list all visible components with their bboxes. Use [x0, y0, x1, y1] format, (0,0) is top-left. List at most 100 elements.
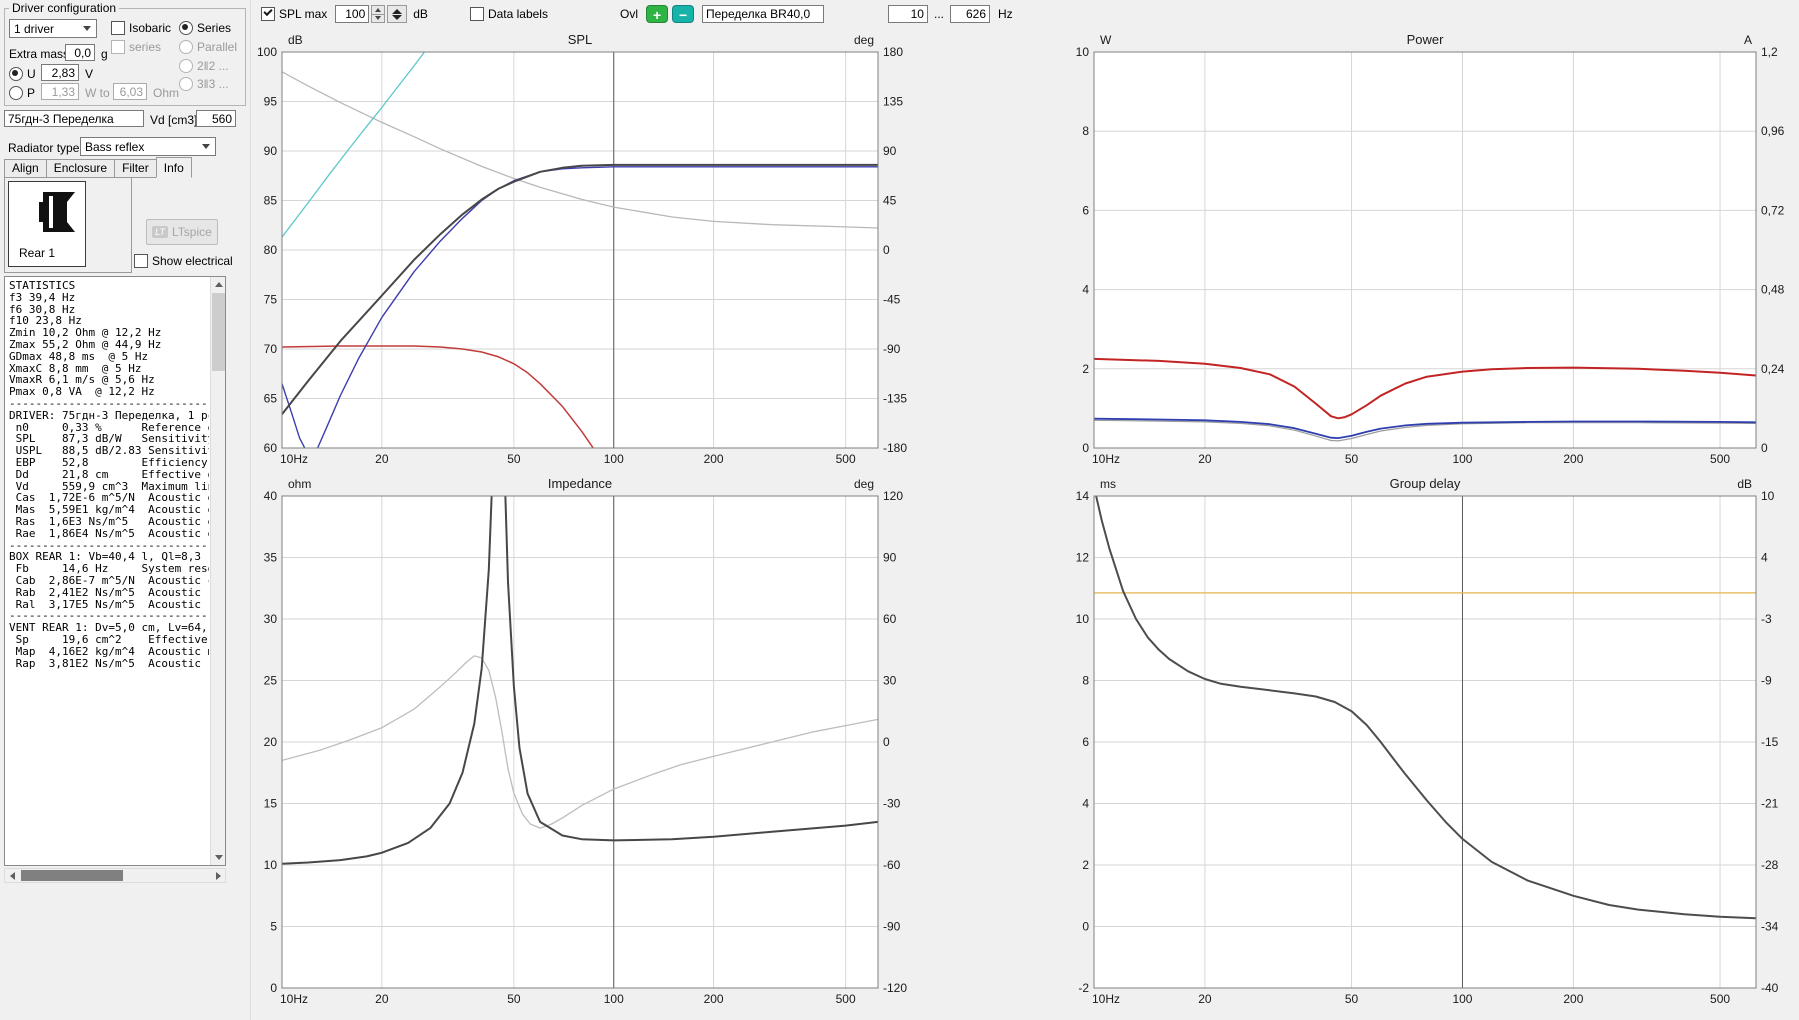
svg-text:0,96: 0,96	[1761, 124, 1785, 138]
tab-info[interactable]: Info	[155, 157, 192, 178]
speaker-preview-box[interactable]: Rear 1	[8, 181, 86, 267]
spl-max-label: SPL max	[279, 7, 328, 21]
voltage-radio[interactable]: U	[9, 67, 36, 81]
tab-filter[interactable]: Filter	[114, 159, 157, 178]
svg-text:ohm: ohm	[288, 477, 311, 491]
remove-overlay-button[interactable]: −	[671, 5, 694, 23]
series-radio[interactable]: Series	[179, 21, 231, 35]
data-labels-checkbox-box[interactable]	[469, 7, 484, 21]
voltage-input[interactable]	[41, 64, 79, 81]
tab-enclosure[interactable]: Enclosure	[45, 159, 116, 178]
svg-text:20: 20	[1198, 452, 1212, 466]
svg-text:200: 200	[1563, 992, 1583, 1006]
svg-text:200: 200	[704, 992, 724, 1006]
svg-text:0,24: 0,24	[1761, 362, 1785, 376]
svg-text:W: W	[1100, 33, 1112, 47]
voltage-radio-label: U	[27, 67, 36, 81]
isobaric-checkbox-box[interactable]	[111, 21, 125, 35]
svg-text:20: 20	[375, 992, 389, 1006]
driver-name-input[interactable]	[4, 110, 144, 127]
spl-max-input[interactable]	[335, 5, 370, 23]
spinner-up-button[interactable]	[371, 5, 386, 15]
radiator-type-value: Bass reflex	[85, 139, 145, 154]
spl-max-checkbox[interactable]: SPL max	[261, 7, 327, 21]
radiator-type-select[interactable]: Bass reflex	[80, 137, 216, 156]
svg-text:10: 10	[1076, 45, 1090, 59]
svg-text:70: 70	[264, 342, 278, 356]
horizontal-scrollbar-thumb[interactable]	[21, 870, 123, 881]
spinner-down-button[interactable]	[371, 14, 386, 23]
data-labels-label: Data labels	[487, 7, 548, 21]
statistics-horizontal-scrollbar[interactable]	[4, 868, 226, 883]
svg-text:4: 4	[1082, 797, 1089, 811]
svg-text:ms: ms	[1100, 477, 1116, 491]
svg-text:10Hz: 10Hz	[1092, 452, 1120, 466]
chevron-down-icon	[202, 144, 210, 149]
show-electrical-checkbox[interactable]: Show electrical	[134, 254, 233, 268]
parallel-radio-circle	[179, 40, 193, 54]
svg-text:12: 12	[1076, 551, 1090, 565]
chevron-down-icon	[83, 26, 91, 31]
svg-text:deg: deg	[854, 477, 874, 491]
freq-to-input[interactable]	[950, 5, 990, 23]
power-mid-label: W to	[85, 86, 110, 100]
tab-align[interactable]: Align	[4, 159, 47, 178]
spl-max-checkbox-box[interactable]	[261, 7, 275, 21]
svg-text:85: 85	[264, 194, 278, 208]
autoscale-button[interactable]	[387, 5, 408, 23]
statistics-vertical-scrollbar[interactable]	[210, 277, 225, 865]
svg-text:8: 8	[1082, 124, 1089, 138]
freq-from-input[interactable]	[887, 5, 928, 23]
vd-input[interactable]	[196, 110, 236, 127]
scroll-up-button[interactable]	[211, 277, 225, 292]
three-parallel-label: 3‖3 ...	[197, 77, 229, 91]
triangle-down-icon	[392, 14, 403, 20]
triangle-up-icon	[392, 8, 403, 14]
svg-text:0: 0	[1082, 441, 1089, 455]
scroll-right-icon	[215, 871, 221, 880]
add-overlay-button[interactable]: +	[645, 5, 668, 23]
series-checkbox: series	[111, 40, 161, 54]
show-electrical-checkbox-box[interactable]	[134, 254, 148, 268]
svg-text:120: 120	[883, 489, 903, 503]
svg-text:dB: dB	[1737, 477, 1752, 491]
driver-count-select[interactable]: 1 driver	[9, 19, 97, 38]
svg-text:90: 90	[883, 551, 897, 565]
svg-text:80: 80	[264, 243, 278, 257]
three-parallel-radio: 3‖3 ...	[179, 77, 229, 91]
extra-mass-input[interactable]	[65, 44, 95, 61]
svg-text:-135: -135	[883, 392, 907, 406]
svg-text:0,48: 0,48	[1761, 283, 1785, 297]
scroll-right-button[interactable]	[211, 869, 225, 882]
db-unit-label: dB	[413, 7, 428, 21]
svg-text:15: 15	[264, 797, 278, 811]
statistics-text: STATISTICS f3 39,4 Hz f6 30,8 Hz f10 23,…	[9, 279, 209, 670]
driver-configuration-group: Driver configuration 1 driver Isobaric S…	[4, 1, 246, 106]
ltspice-logo-icon: LT	[152, 226, 169, 238]
scroll-left-button[interactable]	[5, 869, 19, 882]
svg-text:500: 500	[1710, 992, 1730, 1006]
svg-text:6: 6	[1082, 735, 1089, 749]
svg-text:90: 90	[264, 144, 278, 158]
two-parallel-label: 2‖2 ...	[197, 59, 229, 73]
power-radio[interactable]: P	[9, 86, 35, 100]
scroll-down-button[interactable]	[211, 850, 225, 865]
svg-text:6: 6	[1082, 203, 1089, 217]
group-delay-chart: -2 0 2 4 6 8 10 12 14 -40 -34 -28 -21 -15 -9 -3 4 10 10Hz 2…	[1061, 472, 1799, 1020]
series-radio-circle[interactable]	[179, 21, 193, 35]
data-labels-checkbox[interactable]: Data labels	[469, 7, 548, 21]
power-radio-circle[interactable]	[9, 86, 23, 100]
svg-text:-34: -34	[1761, 920, 1779, 934]
svg-text:Group delay: Group delay	[1390, 476, 1461, 491]
power-ohm-input	[113, 83, 147, 100]
spl-max-spinner	[371, 5, 386, 23]
vertical-scrollbar-thumb[interactable]	[212, 293, 225, 371]
speaker-icon	[39, 192, 75, 232]
svg-text:-21: -21	[1761, 797, 1779, 811]
overlay-name-input[interactable]	[701, 5, 824, 23]
isobaric-checkbox[interactable]: Isobaric	[111, 21, 171, 35]
speaker-simulation-app: Driver configuration 1 driver Isobaric S…	[0, 0, 1799, 1020]
svg-text:10Hz: 10Hz	[280, 992, 308, 1006]
svg-text:90: 90	[883, 144, 897, 158]
voltage-radio-circle[interactable]	[9, 67, 23, 81]
